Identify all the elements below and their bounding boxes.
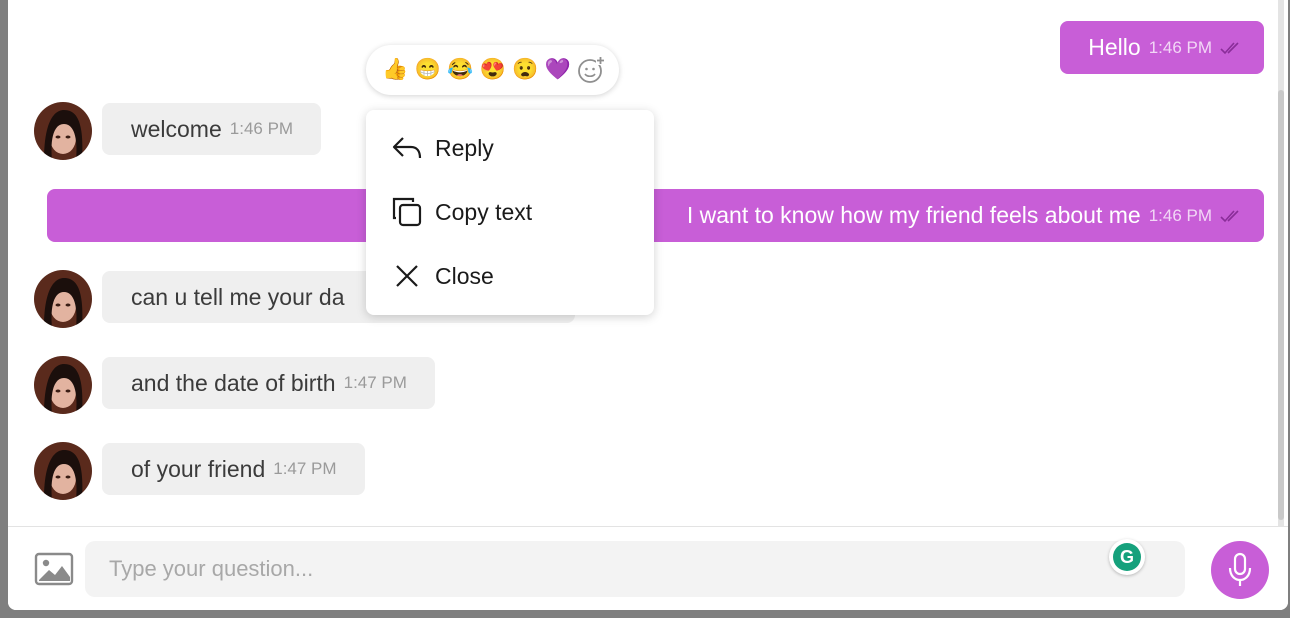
reaction-anguished[interactable]: 😧 <box>509 58 542 82</box>
avatar <box>34 270 92 328</box>
reply-icon <box>391 132 423 164</box>
scrollbar[interactable] <box>1278 0 1284 526</box>
message-time: 1:46 PM <box>229 119 294 138</box>
image-icon[interactable] <box>34 552 74 586</box>
incoming-message[interactable]: welcome 1:46 PM <box>102 103 322 155</box>
avatar <box>34 356 92 414</box>
reaction-bar: 👍 😁 😂 😍 😧 💜 <box>366 45 619 95</box>
menu-item-reply[interactable]: Reply <box>366 120 654 176</box>
incoming-message[interactable]: of your friend 1:47 PM <box>102 443 365 495</box>
microphone-button[interactable] <box>1211 541 1269 599</box>
message-text: of your friend <box>131 455 266 482</box>
reaction-laugh[interactable]: 😂 <box>444 58 477 82</box>
message-text: and the date of birth <box>131 369 336 396</box>
incoming-message[interactable]: and the date of birth 1:47 PM <box>102 357 435 409</box>
outgoing-message[interactable]: Hello 1:46 PM <box>1060 21 1264 74</box>
message-text: Hello <box>1088 34 1141 60</box>
avatar <box>34 102 92 160</box>
reaction-heart-eyes[interactable]: 😍 <box>477 58 510 82</box>
message-text: I want to know how my friend feels about… <box>686 202 1141 228</box>
message-time: 1:47 PM <box>343 373 407 392</box>
outgoing-message[interactable]: I want to know how my friend feels about… <box>46 189 1264 242</box>
menu-item-close[interactable]: Close <box>366 248 654 304</box>
grammarly-icon[interactable]: G <box>1109 539 1145 575</box>
menu-item-label: Reply <box>435 134 494 161</box>
chat-window: Hello 1:46 PM welcome 1:46 PM I want to … <box>8 0 1288 610</box>
microphone-icon <box>1228 552 1252 586</box>
message-time: 1:47 PM <box>273 459 337 478</box>
reaction-purple-heart[interactable]: 💜 <box>542 58 575 82</box>
grammarly-letter: G <box>1113 543 1141 571</box>
add-emoji-icon[interactable] <box>576 55 606 85</box>
message-text: welcome <box>131 115 222 142</box>
message-time: 1:46 PM <box>1148 205 1212 225</box>
menu-item-copy-text[interactable]: Copy text <box>366 184 654 240</box>
copy-icon <box>391 196 423 228</box>
question-input[interactable] <box>85 541 1185 597</box>
reaction-thumbs-up[interactable]: 👍 <box>379 58 412 82</box>
avatar <box>34 442 92 500</box>
menu-item-label: Close <box>435 262 494 289</box>
message-context-menu: Reply Copy text Close <box>366 110 654 315</box>
reaction-grin[interactable]: 😁 <box>412 58 445 82</box>
read-receipt-icon <box>1220 209 1239 222</box>
close-icon <box>391 260 423 292</box>
message-time: 1:46 PM <box>1148 37 1212 57</box>
message-text: can u tell me your da <box>131 283 345 310</box>
scrollbar-thumb[interactable] <box>1278 90 1284 520</box>
read-receipt-icon <box>1220 41 1239 54</box>
menu-item-label: Copy text <box>435 198 533 225</box>
composer: G <box>8 526 1288 610</box>
